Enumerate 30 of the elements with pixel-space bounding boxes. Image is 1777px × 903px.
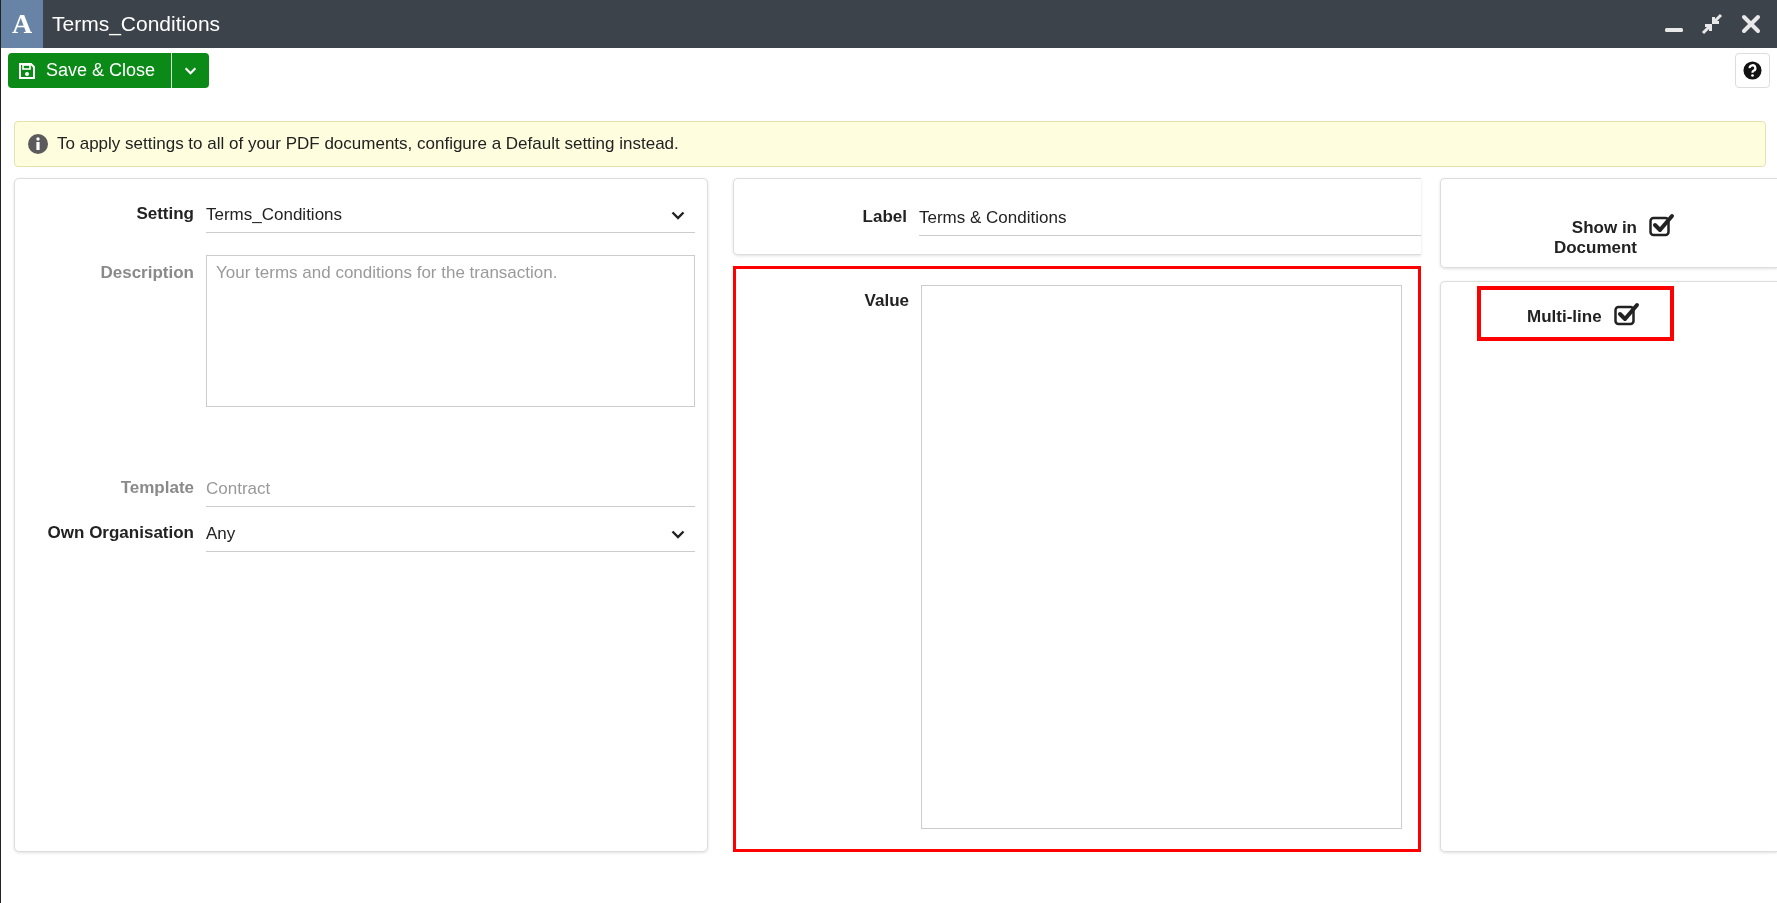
checkbox[interactable]	[1649, 213, 1675, 237]
minimize-icon	[1665, 28, 1683, 32]
field-label: Own Organisation	[46, 522, 194, 543]
option-label: Show in Document	[1552, 218, 1637, 258]
save-close-button[interactable]: Save & Close	[8, 53, 173, 88]
close-button[interactable]	[1741, 14, 1761, 34]
field-label: Description	[99, 262, 194, 283]
info-message: To apply settings to all of your PDF documents, configure a Default setting instead.	[57, 134, 679, 154]
chevron-down-icon	[671, 210, 685, 220]
field-label: Value	[863, 290, 909, 312]
dropdown-button[interactable]	[172, 53, 210, 88]
chevron-down-icon	[671, 529, 685, 539]
checkbox[interactable]	[1613, 302, 1640, 326]
field-label: Label	[861, 206, 907, 227]
chevron-down-icon	[184, 66, 198, 75]
help-button[interactable]	[1735, 53, 1770, 88]
restore-button[interactable]	[1701, 13, 1723, 35]
option-label: Multi-line	[1527, 307, 1602, 327]
dropdown-field[interactable]: Any	[206, 517, 695, 552]
dropdown-field[interactable]: Terms_Conditions	[206, 198, 695, 233]
app-logo: A	[1, 0, 43, 48]
close-icon	[1741, 14, 1761, 34]
field-label: Template	[119, 477, 194, 498]
label-field[interactable]: Terms & Conditions	[919, 201, 1421, 236]
window-title: Terms_Conditions	[52, 12, 222, 36]
value-field[interactable]	[921, 285, 1402, 829]
help-icon	[1743, 61, 1762, 80]
compress-arrows-icon	[1701, 13, 1723, 35]
info-icon	[28, 134, 48, 154]
field-label: Setting	[135, 203, 194, 224]
